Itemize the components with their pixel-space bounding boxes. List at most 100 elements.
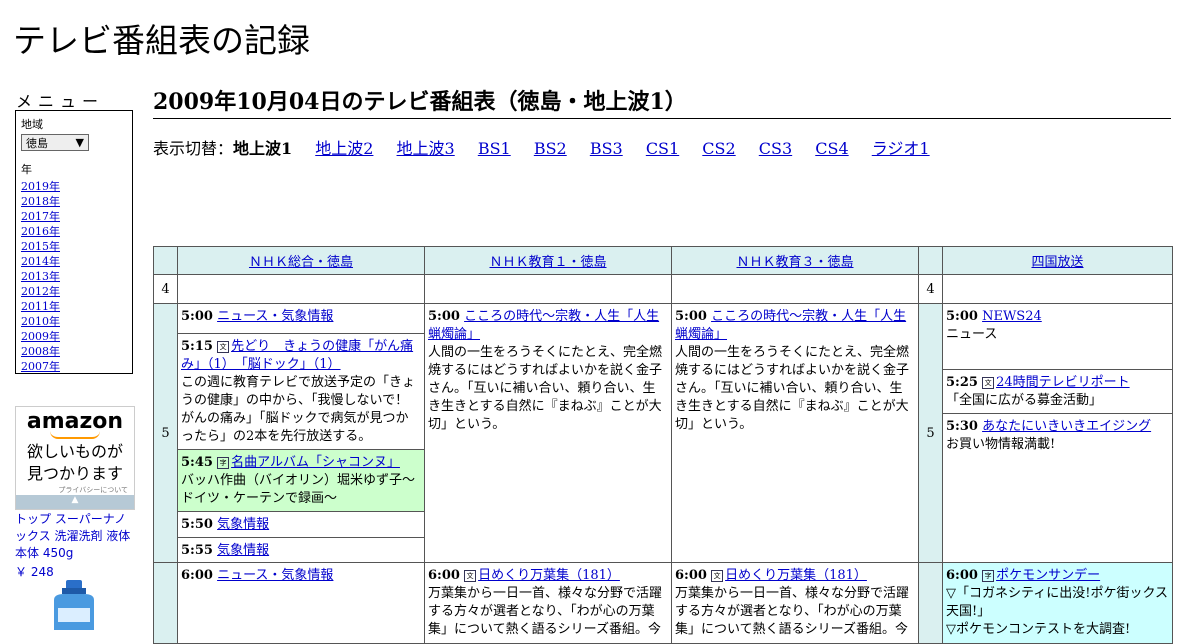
year-link[interactable]: 2017年 <box>21 210 60 223</box>
year-link[interactable]: 2018年 <box>21 195 60 208</box>
program-entry: 5:15 文先どり きょうの健康「がん痛み」（1） 「脳ドック」（1） この週に… <box>178 334 424 450</box>
program-description: バッハ作曲（バイオリン）堀米ゆず子～ドイツ・ケーテンで録画～ <box>181 473 416 506</box>
program-entry: 5:30 あなたにいきいきエイジング お買い物情報満載! <box>943 414 1172 458</box>
year-link[interactable]: 2013年 <box>21 270 60 283</box>
band-link[interactable]: CS2 <box>702 139 735 158</box>
schedule-cell: 5:00 こころの時代～宗教・人生「人生蝋燭論」 人間の一生をろうそくにたとえ、… <box>671 303 919 563</box>
schedule-cell: 6:00 文日めくり万葉集（181） 万葉集から一日一首、様々な分野で活躍する方… <box>424 562 672 644</box>
program-time: 5:55 <box>181 543 213 558</box>
switcher-prefix: 表示切替： <box>153 139 234 158</box>
program-time: 5:15 <box>181 339 213 354</box>
program-title-link[interactable]: 気象情報 <box>217 543 269 558</box>
program-description: 人間の一生をろうそくにたとえ、完全燃焼するにはどうすればよいかを説く金子さん。「… <box>675 345 910 432</box>
year-link[interactable]: 2010年 <box>21 315 60 328</box>
band-link[interactable]: BS1 <box>478 139 511 158</box>
band-link[interactable]: BS2 <box>534 139 567 158</box>
switcher-current: 地上波1 <box>233 139 293 158</box>
program-title-link[interactable]: 日めくり万葉集（181） <box>725 568 867 583</box>
region-select-value: 徳島 <box>26 136 48 150</box>
band-link[interactable]: 地上波2 <box>315 139 373 158</box>
amazon-logo: amazon <box>26 409 124 434</box>
program-title-link[interactable]: 先どり きょうの健康「がん痛み」（1） 「脳ドック」（1） <box>181 339 413 372</box>
empty-cell <box>942 274 1173 304</box>
text-broadcast-icon: 文 <box>464 569 477 582</box>
year-link[interactable]: 2019年 <box>21 180 60 193</box>
menu-label: メニュー <box>16 92 105 111</box>
amazon-ad-banner[interactable]: amazon 欲しいものが 見つかります プライバシーについて ▲ <box>15 406 135 510</box>
chevron-up-icon: ▲ <box>71 495 79 505</box>
channel-header: ＮＨＫ教育１・徳島 <box>424 246 672 275</box>
program-title-link[interactable]: ニュース・気象情報 <box>217 309 333 324</box>
channel-header-row: ＮＨＫ総合・徳島 ＮＨＫ教育１・徳島 ＮＨＫ教育３・徳島 四国放送 <box>153 246 1173 275</box>
program-time: 5:00 <box>428 309 460 324</box>
program-description: 万葉集から一日一首、様々な分野で活躍する方々が選者となり、「わが心の万葉集」につ… <box>675 586 910 637</box>
band-link[interactable]: CS3 <box>759 139 792 158</box>
year-link[interactable]: 2014年 <box>21 255 60 268</box>
schedule-cell: 6:00 ニュース・気象情報 <box>177 562 425 644</box>
band-link[interactable]: BS3 <box>590 139 623 158</box>
channel-header: 四国放送 <box>942 246 1173 275</box>
year-link[interactable]: 2009年 <box>21 330 60 343</box>
program-entry: 5:50 気象情報 <box>178 512 424 538</box>
program-time: 5:00 <box>675 309 707 324</box>
schedule-cell: 6:00 文日めくり万葉集（181） 万葉集から一日一首、様々な分野で活躍する方… <box>671 562 919 644</box>
menu-box: 地域 徳島 ▼ 年 2019年 2018年 2017年 2016年 2015年 … <box>15 110 133 374</box>
year-link[interactable]: 2008年 <box>21 345 60 358</box>
corner-cell <box>153 246 178 275</box>
band-link[interactable]: 地上波3 <box>397 139 455 158</box>
program-title-link[interactable]: ポケモンサンデー <box>996 568 1100 583</box>
year-link[interactable]: 2011年 <box>21 300 60 313</box>
program-title-link[interactable]: ニュース・気象情報 <box>217 568 333 583</box>
ad-privacy-link[interactable]: プライバシーについて <box>16 485 134 495</box>
year-link[interactable]: 2007年 <box>21 360 60 373</box>
channel-link[interactable]: ＮＨＫ総合・徳島 <box>249 255 353 270</box>
program-title-link[interactable]: 気象情報 <box>217 517 269 532</box>
year-link[interactable]: 2015年 <box>21 240 60 253</box>
schedule-cell: 5:00 ニュース・気象情報 5:15 文先どり きょうの健康「がん痛み」（1）… <box>177 303 425 563</box>
program-title-link[interactable]: 名曲アルバム「シャコンヌ」 <box>231 455 400 470</box>
year-link[interactable]: 2012年 <box>21 285 60 298</box>
program-title-link[interactable]: 24時間テレビリポート <box>996 375 1130 390</box>
band-link[interactable]: CS4 <box>815 139 848 158</box>
corner-cell <box>918 246 943 275</box>
program-title-link[interactable]: 日めくり万葉集（181） <box>478 568 620 583</box>
program-entry: 5:25 文 24時間テレビリポート 「全国に広がる募金活動」 <box>943 370 1172 414</box>
hour-label: 5 <box>153 303 178 563</box>
program-time: 6:00 <box>428 568 460 583</box>
caption-icon: 字 <box>982 569 995 582</box>
region-select[interactable]: 徳島 ▼ <box>21 134 89 151</box>
program-time: 5:00 <box>181 309 213 324</box>
empty-cell <box>671 274 919 304</box>
program-entry: 5:00 こころの時代～宗教・人生「人生蝋燭論」 人間の一生をろうそくにたとえ、… <box>672 304 918 438</box>
page-title: 2009年10月04日のテレビ番組表（徳島・地上波1） <box>153 84 1171 119</box>
program-description: 「全国に広がる募金活動」 <box>946 393 1103 408</box>
ad-expand-bar[interactable]: ▲ <box>16 495 134 509</box>
program-title-link[interactable]: こころの時代～宗教・人生「人生蝋燭論」 <box>675 309 906 342</box>
channel-link[interactable]: ＮＨＫ教育１・徳島 <box>489 255 606 270</box>
product-bottle-image[interactable] <box>44 578 104 630</box>
program-entry: 6:00 字ポケモンサンデー ▽「コガネシティに出没!ポケ街ックス天国!」 ▽ポ… <box>943 563 1172 643</box>
program-entry: 5:00 ニュース・気象情報 <box>178 304 424 334</box>
band-link[interactable]: ラジオ1 <box>872 139 930 158</box>
year-link[interactable]: 2016年 <box>21 225 60 238</box>
channel-link[interactable]: 四国放送 <box>1031 255 1083 270</box>
program-entry: 6:00 文日めくり万葉集（181） 万葉集から一日一首、様々な分野で活躍する方… <box>425 563 671 643</box>
hour-label: 4 <box>918 274 943 304</box>
text-broadcast-icon: 文 <box>711 569 724 582</box>
band-link[interactable]: CS1 <box>646 139 679 158</box>
program-entry: 6:00 ニュース・気象情報 <box>178 563 424 589</box>
program-description: ニュース <box>946 327 998 342</box>
program-title-link[interactable]: あなたにいきいきエイジング <box>982 419 1151 434</box>
program-description: 人間の一生をろうそくにたとえ、完全燃焼するにはどうすればよいかを説く金子さん。「… <box>428 345 663 432</box>
program-title-link[interactable]: NEWS24 <box>982 309 1042 324</box>
ad-product-name[interactable]: トップ スーパーナノックス 洗濯洗剤 液体 本体 450g <box>15 511 133 562</box>
program-title-link[interactable]: こころの時代～宗教・人生「人生蝋燭論」 <box>428 309 659 342</box>
channel-link[interactable]: ＮＨＫ教育３・徳島 <box>736 255 853 270</box>
program-time: 6:00 <box>675 568 707 583</box>
channel-header: ＮＨＫ教育３・徳島 <box>671 246 919 275</box>
text-broadcast-icon: 文 <box>217 340 230 353</box>
channel-header: ＮＨＫ総合・徳島 <box>177 246 425 275</box>
hour-row: 4 4 <box>153 274 1173 304</box>
program-time: 5:45 <box>181 455 213 470</box>
ad-tagline-1: 欲しいものが <box>26 442 123 461</box>
